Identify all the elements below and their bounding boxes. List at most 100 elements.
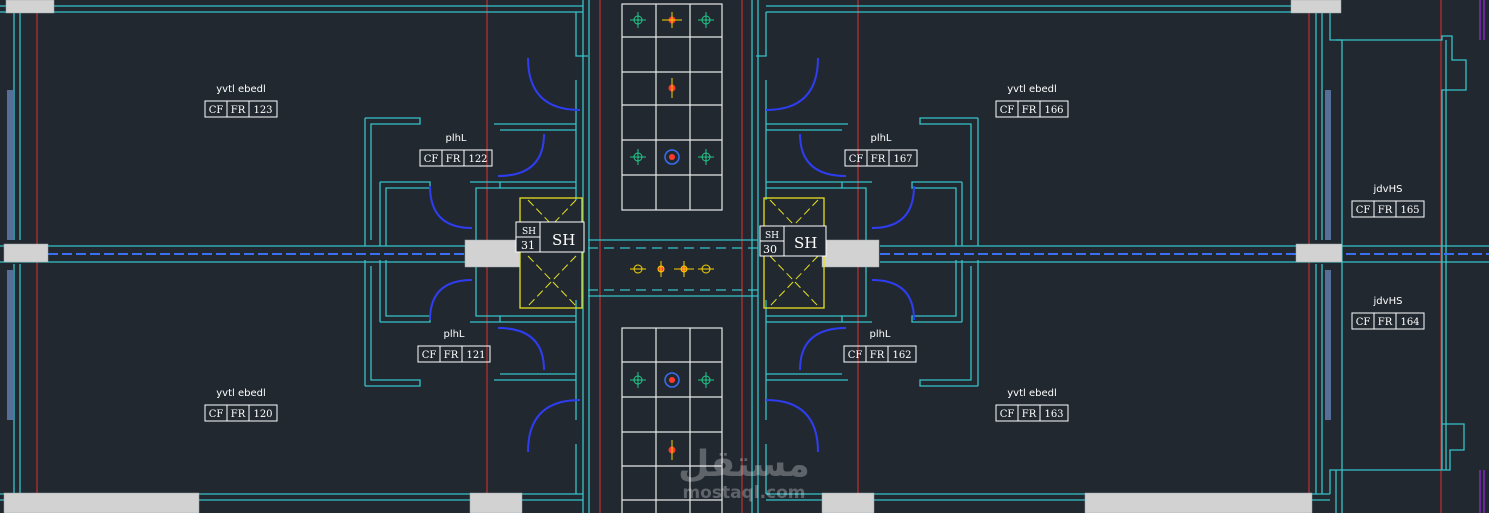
room-label: plhL CF FR 121 bbox=[417, 329, 491, 363]
smoke-detector-icon bbox=[664, 372, 680, 388]
room-tag-text: CF bbox=[1356, 205, 1371, 216]
room-tag-text: CF bbox=[209, 409, 224, 420]
wall-block bbox=[1295, 243, 1343, 263]
room-name: plhL bbox=[443, 329, 464, 340]
light-fixture-icon bbox=[630, 12, 646, 28]
room-name: plhL bbox=[869, 329, 890, 340]
room-tag-text: CF bbox=[848, 350, 863, 361]
floor-plan-drawing: SH 31 SH SH 30 SH yvtl ebedl CF FR 123 plhL C… bbox=[0, 0, 1489, 513]
wall-block bbox=[1290, 0, 1342, 14]
grid-lines bbox=[36, 0, 1442, 513]
wall-block bbox=[469, 492, 523, 513]
room-tag-text: FR bbox=[1378, 317, 1393, 328]
room-tag-text: FR bbox=[870, 350, 885, 361]
wall-block bbox=[821, 239, 880, 268]
shaft-label: SH bbox=[794, 234, 817, 252]
wall-blocks bbox=[3, 0, 1343, 513]
smoke-detector-icon bbox=[664, 149, 680, 165]
room-tag-text: FR bbox=[1022, 105, 1037, 116]
door-swing bbox=[527, 57, 581, 111]
room-tag-text: 167 bbox=[893, 154, 912, 165]
room-name: plhL bbox=[870, 133, 891, 144]
shaft-left: SH 31 SH bbox=[515, 197, 585, 309]
door-swing bbox=[429, 279, 473, 321]
room-tag-text: 123 bbox=[253, 105, 272, 116]
room-tag-text: 165 bbox=[1400, 205, 1419, 216]
light-fixture-icon bbox=[630, 149, 646, 165]
room-tag-text: CF bbox=[1356, 317, 1371, 328]
wall-block bbox=[3, 492, 200, 513]
room-label: yvtl ebedl CF FR 120 bbox=[204, 388, 278, 422]
light-fixture-icon bbox=[630, 372, 646, 388]
room-name: jdvHS bbox=[1373, 296, 1403, 307]
room-tag-text: FR bbox=[231, 105, 246, 116]
shaft-number: 31 bbox=[521, 239, 535, 252]
room-tag-text: CF bbox=[422, 350, 437, 361]
door-swing bbox=[871, 185, 915, 229]
wall-block bbox=[5, 0, 55, 14]
room-label: yvtl ebedl CF FR 163 bbox=[995, 388, 1069, 422]
room-tag-text: FR bbox=[446, 154, 461, 165]
room-tag-text: CF bbox=[209, 105, 224, 116]
room-tag-text: CF bbox=[849, 154, 864, 165]
light-fixture-icon bbox=[698, 372, 714, 388]
light-fixture-icon bbox=[698, 149, 714, 165]
shaft-right: SH 30 SH bbox=[759, 197, 827, 309]
light-fixture-icon bbox=[668, 440, 676, 460]
light-fixture-icon bbox=[698, 264, 714, 274]
light-fixture-icon bbox=[698, 12, 714, 28]
wall-block bbox=[1084, 492, 1313, 513]
door-swing bbox=[799, 327, 847, 371]
windows bbox=[7, 0, 1485, 513]
room-tag-text: CF bbox=[424, 154, 439, 165]
room-tag-text: CF bbox=[1000, 105, 1015, 116]
shaft-small-label: SH bbox=[765, 231, 779, 241]
room-tag-text: FR bbox=[871, 154, 886, 165]
room-name: yvtl ebedl bbox=[1007, 388, 1057, 399]
room-name: plhL bbox=[445, 133, 466, 144]
room-tag-text: 163 bbox=[1044, 409, 1063, 420]
outer-walls bbox=[0, 0, 1467, 513]
room-tag-text: FR bbox=[231, 409, 246, 420]
wall-block bbox=[821, 492, 875, 513]
room-label: plhL CF FR 122 bbox=[419, 133, 493, 167]
wall-block bbox=[3, 243, 49, 263]
door-swing bbox=[871, 279, 915, 321]
light-fixtures bbox=[630, 12, 714, 460]
room-tag-text: 164 bbox=[1400, 317, 1419, 328]
room-name: jdvHS bbox=[1373, 184, 1403, 195]
watermark: مستقل mostaql.com bbox=[678, 444, 810, 503]
room-name: yvtl ebedl bbox=[216, 388, 266, 399]
light-fixture-icon bbox=[668, 78, 676, 98]
room-tag-text: 162 bbox=[892, 350, 911, 361]
shaft-small-label: SH bbox=[522, 227, 536, 237]
shaft-number: 30 bbox=[763, 243, 777, 256]
room-name: yvtl ebedl bbox=[1007, 84, 1057, 95]
door-swing bbox=[497, 327, 545, 371]
room-tag-text: FR bbox=[1378, 205, 1393, 216]
door-swing bbox=[799, 133, 847, 177]
room-label: jdvHSCF FR 165 bbox=[1351, 184, 1425, 218]
door-swing bbox=[429, 185, 473, 229]
room-label: yvtl ebedl CF FR 123 bbox=[204, 84, 278, 118]
watermark-latin: mostaql.com bbox=[682, 483, 805, 503]
light-fixture-icon bbox=[657, 261, 665, 277]
room-label: plhL CF FR 167 bbox=[844, 133, 918, 167]
room-tag-text: FR bbox=[444, 350, 459, 361]
light-fixture-icon bbox=[630, 264, 646, 274]
room-tag-text: FR bbox=[1022, 409, 1037, 420]
door-swing bbox=[497, 133, 545, 177]
room-label: plhL CF FR 162 bbox=[843, 329, 917, 363]
room-tag-text: CF bbox=[1000, 409, 1015, 420]
room-tag-text: 122 bbox=[468, 154, 487, 165]
shaft-label: SH bbox=[552, 231, 575, 249]
watermark-arabic: مستقل bbox=[678, 444, 810, 485]
room-tag-text: 120 bbox=[253, 409, 272, 420]
room-name: yvtl ebedl bbox=[216, 84, 266, 95]
light-fixture-icon bbox=[674, 261, 694, 277]
wall-block bbox=[464, 239, 521, 268]
door-swing bbox=[765, 57, 819, 111]
room-tag-text: 166 bbox=[1044, 105, 1063, 116]
room-label: jdvHSCF FR 164 bbox=[1351, 296, 1425, 330]
door-swing bbox=[527, 399, 581, 453]
